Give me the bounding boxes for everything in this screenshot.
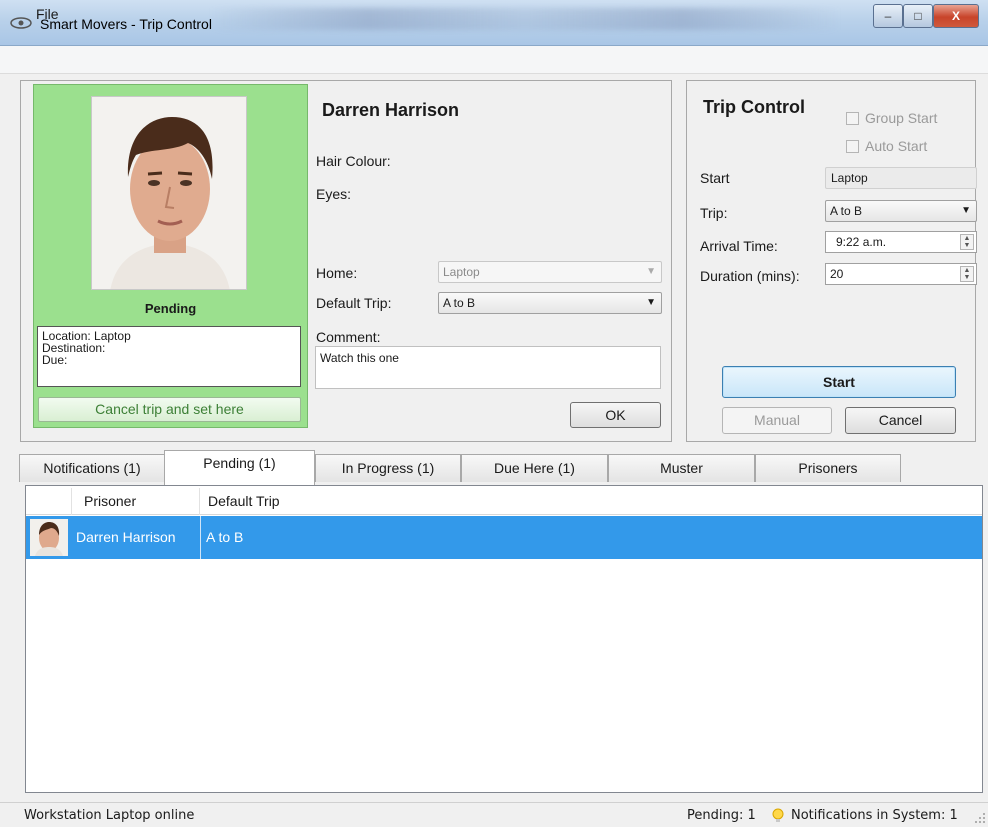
- group-start-label: Group Start: [865, 110, 938, 126]
- trip-control-title: Trip Control: [703, 97, 805, 117]
- tab-muster[interactable]: Muster: [608, 454, 755, 482]
- tab-notifications[interactable]: Notifications (1): [19, 454, 165, 482]
- status-label: Pending: [144, 301, 197, 316]
- manual-button[interactable]: Manual: [722, 407, 832, 434]
- start-button[interactable]: Start: [722, 366, 956, 398]
- prisoner-photo: [91, 96, 247, 290]
- comment-label: Comment:: [316, 329, 381, 345]
- duration-stepper[interactable]: 20 ▲ ▼: [825, 263, 977, 285]
- group-start-checkbox[interactable]: Group Start: [846, 110, 937, 126]
- tab-prisoners[interactable]: Prisoners: [755, 454, 901, 482]
- status-pending-count: Pending: 1: [687, 808, 756, 823]
- app-eye-icon: [10, 17, 32, 29]
- prisoner-name: Darren Harrison: [322, 100, 460, 120]
- checkbox-box-icon: [846, 112, 859, 125]
- duration-label: Duration (mins):: [700, 268, 800, 284]
- home-select[interactable]: Laptop ▼: [438, 261, 662, 283]
- tab-pending[interactable]: Pending (1): [164, 450, 315, 485]
- comment-textarea[interactable]: Watch this one: [315, 346, 661, 389]
- arrival-time-label: Arrival Time:: [700, 238, 778, 254]
- trip-select-value: A to B: [830, 204, 863, 218]
- grid-header: Prisoner Default Trip: [26, 488, 982, 515]
- status-notifications: Notifications in System: 1: [791, 808, 958, 823]
- auto-start-label: Auto Start: [865, 138, 928, 154]
- home-select-value: Laptop: [443, 265, 480, 279]
- arrival-time-value: 9:22 a.m.: [836, 235, 887, 249]
- maximize-button[interactable]: □: [903, 4, 933, 28]
- portrait-image: [92, 97, 246, 289]
- default-trip-label: Default Trip:: [316, 295, 392, 311]
- start-label: Start: [700, 170, 730, 186]
- arrival-time-picker[interactable]: 9:22 a.m. ▲ ▼: [825, 231, 977, 253]
- column-divider: [200, 516, 201, 559]
- duration-value: 20: [830, 267, 844, 281]
- menu-file[interactable]: File: [36, 6, 59, 22]
- tab-in-progress[interactable]: In Progress (1): [315, 454, 461, 482]
- default-trip-select[interactable]: A to B ▼: [438, 292, 662, 314]
- eyes-label: Eyes:: [316, 186, 352, 202]
- tab-due-here[interactable]: Due Here (1): [461, 454, 608, 482]
- auto-start-checkbox[interactable]: Auto Start: [846, 138, 927, 154]
- cancel-trip-set-here-button[interactable]: Cancel trip and set here: [38, 397, 301, 422]
- minimize-button[interactable]: –: [873, 4, 903, 28]
- row-prisoner-name: Darren Harrison: [76, 529, 176, 545]
- trip-label: Trip:: [700, 205, 728, 221]
- checkbox-box-icon: [846, 140, 859, 153]
- ok-button[interactable]: OK: [570, 402, 661, 428]
- column-header-prisoner[interactable]: Prisoner: [72, 488, 200, 515]
- trip-select[interactable]: A to B ▼: [825, 200, 977, 222]
- portrait-thumbnail-image: [30, 519, 68, 556]
- due-line: Due:: [42, 353, 68, 367]
- prisoner-thumbnail: [30, 519, 68, 556]
- destination-line: Destination:: [42, 341, 106, 355]
- status-bar: Workstation Laptop online Pending: 1 Not…: [0, 802, 988, 827]
- close-button[interactable]: X: [933, 4, 979, 28]
- menu-bar: [0, 46, 988, 74]
- start-location-field: Laptop: [825, 167, 977, 189]
- hair-colour-label: Hair Colour:: [316, 153, 391, 169]
- column-header-photo[interactable]: [26, 488, 72, 515]
- resize-grip-icon[interactable]: [974, 812, 986, 824]
- home-label: Home:: [316, 265, 358, 281]
- spinner-arrows-icon[interactable]: ▲ ▼: [960, 266, 974, 282]
- cancel-button[interactable]: Cancel: [845, 407, 956, 434]
- column-header-default-trip[interactable]: Default Trip: [200, 488, 982, 515]
- default-trip-select-value: A to B: [443, 296, 476, 310]
- lightbulb-icon: [772, 808, 784, 822]
- row-default-trip: A to B: [206, 529, 244, 545]
- location-info-box: Location: Laptop Destination: Due:: [37, 326, 301, 387]
- window-title: Smart Movers - Trip Control: [40, 16, 212, 32]
- table-row[interactable]: Darren Harrison A to B: [26, 516, 982, 559]
- chevron-down-icon: ▼: [646, 266, 656, 277]
- chevron-down-icon: ▼: [646, 297, 656, 308]
- spinner-arrows-icon[interactable]: ▲ ▼: [960, 234, 974, 250]
- chevron-down-icon: ▼: [961, 205, 971, 216]
- status-workstation: Workstation Laptop online: [24, 808, 195, 823]
